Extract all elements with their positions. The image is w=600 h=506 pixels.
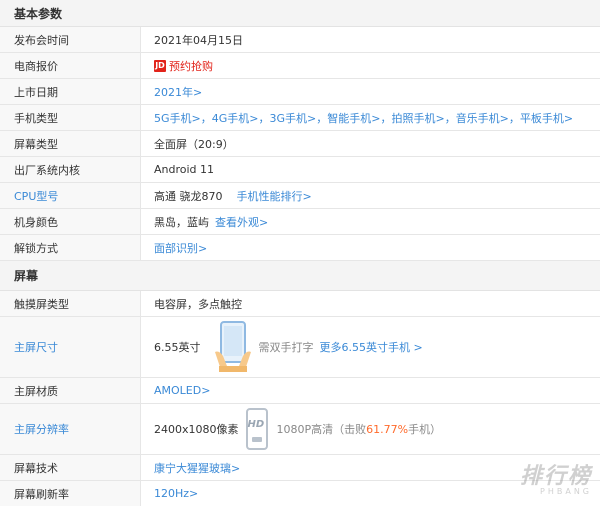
watermark-logo: 排行榜 PHBANG bbox=[520, 458, 592, 496]
row-screen-type: 屏幕类型 全面屏（20:9） bbox=[0, 131, 600, 157]
phone-type-link[interactable]: 平板手机> bbox=[520, 110, 573, 126]
row-phone-type: 手机类型 5G手机>， 4G手机>， 3G手机>， 智能手机>， 拍照手机>， … bbox=[0, 105, 600, 131]
label-color: 机身颜色 bbox=[0, 209, 141, 234]
row-os: 出厂系统内核 Android 11 bbox=[0, 157, 600, 183]
hd-badge: HD bbox=[247, 419, 265, 430]
label-phone-type: 手机类型 bbox=[0, 105, 141, 130]
label-cpu-link[interactable]: CPU型号 bbox=[0, 183, 141, 208]
value-touch: 电容屏，多点触控 bbox=[154, 297, 242, 311]
value-release: 2021年04月15日 bbox=[154, 33, 243, 47]
face-unlock-link[interactable]: 面部识别> bbox=[154, 240, 207, 256]
section-screen-title: 屏幕 bbox=[14, 269, 39, 283]
preorder-link[interactable]: 预约抢购 bbox=[169, 58, 213, 74]
label-material: 主屏材质 bbox=[0, 378, 141, 403]
note-resolution-prefix: 1080P高清（击败 bbox=[276, 423, 367, 436]
label-refresh: 屏幕刷新率 bbox=[0, 481, 141, 506]
row-listing: 上市日期 2021年> bbox=[0, 79, 600, 105]
value-cpu: 高通 骁龙870 bbox=[154, 189, 223, 203]
row-size: 主屏尺寸 6.55英寸 需双手打字 更多6.55英寸手机 > bbox=[0, 317, 600, 378]
phone-type-link[interactable]: 3G手机> bbox=[270, 110, 317, 126]
phone-type-link[interactable]: 音乐手机> bbox=[456, 110, 509, 126]
label-screen-type: 屏幕类型 bbox=[0, 131, 141, 156]
section-basic: 基本参数 bbox=[0, 0, 600, 27]
row-resolution: 主屏分辨率 2400x1080像素 HD 1080P高清（击败 61.77% 手机） bbox=[0, 404, 600, 455]
phone-type-link[interactable]: 拍照手机> bbox=[391, 110, 444, 126]
value-size: 6.55英寸 bbox=[154, 341, 201, 354]
value-color: 黑岛，蓝屿 bbox=[154, 215, 209, 229]
label-os: 出厂系统内核 bbox=[0, 157, 141, 182]
label-price: 电商报价 bbox=[0, 53, 141, 78]
label-tech: 屏幕技术 bbox=[0, 455, 141, 480]
amoled-link[interactable]: AMOLED> bbox=[154, 384, 210, 397]
phone-type-link[interactable]: 4G手机> bbox=[212, 110, 259, 126]
row-price: 电商报价 JD 预约抢购 bbox=[0, 53, 600, 79]
note-resolution-suffix: 手机） bbox=[408, 423, 442, 436]
gorilla-glass-link[interactable]: 康宁大猩猩玻璃> bbox=[154, 460, 240, 476]
row-touch: 触摸屏类型 电容屏，多点触控 bbox=[0, 291, 600, 317]
section-basic-title: 基本参数 bbox=[14, 6, 63, 21]
label-size-link[interactable]: 主屏尺寸 bbox=[0, 317, 141, 377]
jd-logo-icon: JD bbox=[154, 59, 166, 72]
view-appearance-link[interactable]: 查看外观> bbox=[215, 214, 268, 230]
phone-type-link[interactable]: 5G手机> bbox=[154, 110, 201, 126]
row-unlock: 解锁方式 面部识别> bbox=[0, 235, 600, 261]
row-material: 主屏材质 AMOLED> bbox=[0, 378, 600, 404]
row-cpu: CPU型号 高通 骁龙870 手机性能排行> bbox=[0, 183, 600, 209]
label-unlock: 解锁方式 bbox=[0, 235, 141, 260]
row-refresh: 屏幕刷新率 120Hz> bbox=[0, 481, 600, 506]
value-os: Android 11 bbox=[154, 163, 215, 176]
label-touch: 触摸屏类型 bbox=[0, 291, 141, 316]
row-tech: 屏幕技术 康宁大猩猩玻璃> bbox=[0, 455, 600, 481]
note-size: 需双手打字 bbox=[258, 341, 314, 354]
performance-rank-link[interactable]: 手机性能排行> bbox=[237, 188, 312, 204]
row-color: 机身颜色 黑岛，蓝屿 查看外观> bbox=[0, 209, 600, 235]
value-resolution: 2400x1080像素 bbox=[154, 423, 239, 436]
label-release: 发布会时间 bbox=[0, 27, 141, 52]
row-release: 发布会时间 2021年04月15日 bbox=[0, 27, 600, 53]
more-size-link[interactable]: 更多6.55英寸手机 > bbox=[320, 339, 423, 355]
value-screen-type: 全面屏（20:9） bbox=[154, 137, 234, 151]
watermark-text: 排行榜 bbox=[519, 464, 592, 489]
label-listing: 上市日期 bbox=[0, 79, 141, 104]
note-resolution-percent: 61.77% bbox=[366, 422, 409, 436]
hd-phone-icon: HD bbox=[245, 407, 269, 451]
section-screen: 屏幕 bbox=[0, 261, 600, 291]
label-resolution-link[interactable]: 主屏分辨率 bbox=[0, 404, 141, 454]
refresh-rate-link[interactable]: 120Hz> bbox=[154, 487, 198, 500]
listing-year-link[interactable]: 2021年> bbox=[154, 84, 202, 100]
two-hand-phone-icon bbox=[213, 320, 253, 374]
phone-type-link[interactable]: 智能手机> bbox=[327, 110, 380, 126]
